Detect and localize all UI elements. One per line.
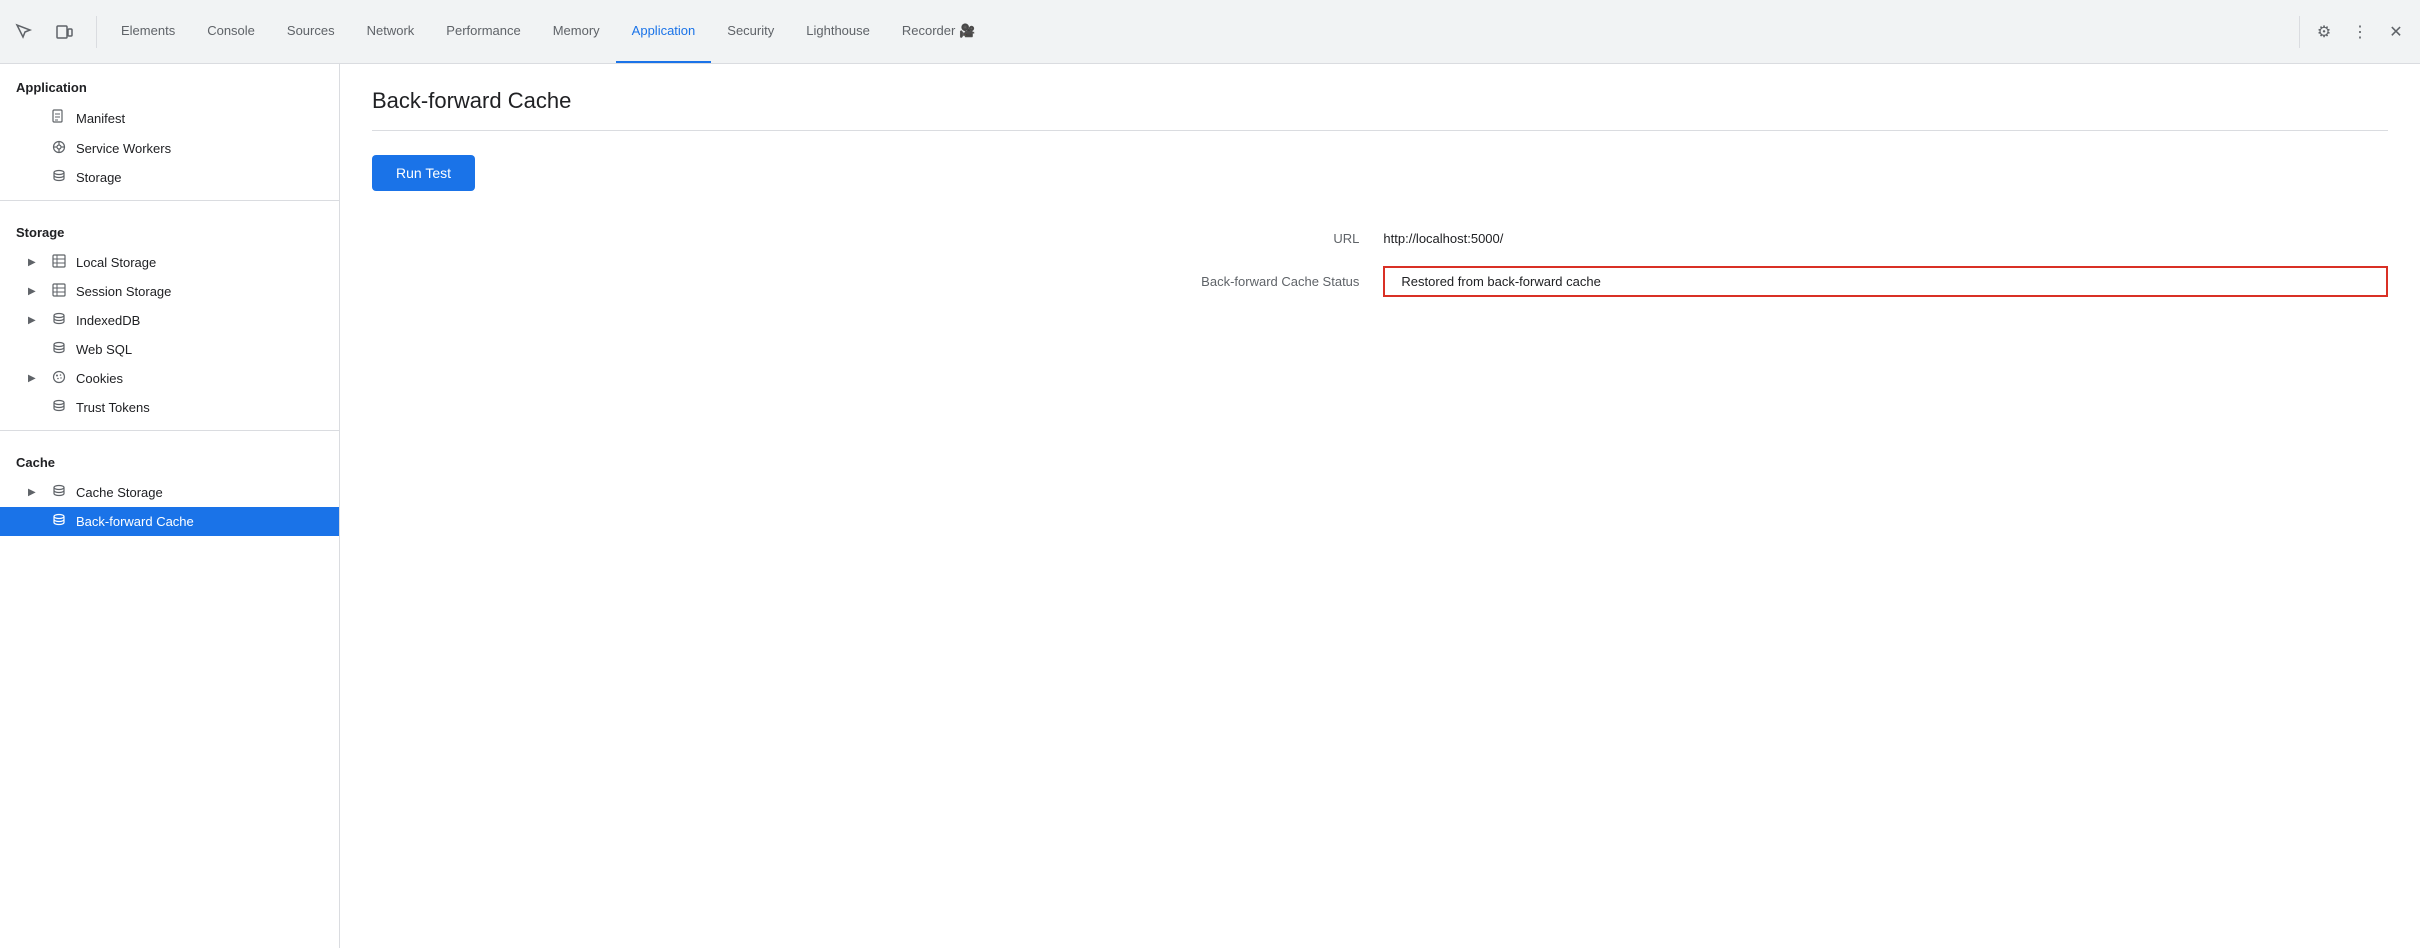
devtools-body: Application Manifest Service Workers Storag… <box>0 64 2420 948</box>
sidebar-item-local-storage[interactable]: ▶ Local Storage <box>0 248 339 277</box>
sidebar-section-application: Application <box>0 64 339 103</box>
sidebar-label-trust-tokens: Trust Tokens <box>76 400 150 415</box>
sidebar-item-back-forward-cache[interactable]: Back-forward Cache <box>0 507 339 536</box>
more-options-icon[interactable]: ⋮ <box>2344 16 2376 48</box>
run-test-button[interactable]: Run Test <box>372 155 475 191</box>
sidebar-label-web-sql: Web SQL <box>76 342 132 357</box>
expand-arrow-icon: ▶ <box>28 373 42 384</box>
tab-network[interactable]: Network <box>351 0 431 63</box>
sidebar-icon-back-forward-cache <box>50 513 68 530</box>
tab-security[interactable]: Security <box>711 0 790 63</box>
expand-arrow-icon: ▶ <box>28 286 42 297</box>
tab-lighthouse[interactable]: Lighthouse <box>790 0 886 63</box>
settings-icon[interactable]: ⚙ <box>2308 16 2340 48</box>
cache-status-label: Back-forward Cache Status <box>432 274 1359 289</box>
sidebar-label-service-workers: Service Workers <box>76 141 171 156</box>
cache-status-value: Restored from back-forward cache <box>1383 266 2388 297</box>
expand-arrow-icon: ▶ <box>28 487 42 498</box>
sidebar-icon-storage <box>50 169 68 186</box>
sidebar-icon-trust-tokens <box>50 399 68 416</box>
sidebar-section-storage: Storage <box>0 209 339 248</box>
sidebar-label-back-forward-cache: Back-forward Cache <box>76 514 194 529</box>
toolbar-icon-group <box>8 16 97 48</box>
sidebar-icon-web-sql <box>50 341 68 358</box>
sidebar-section-cache: Cache <box>0 439 339 478</box>
sidebar-item-service-workers[interactable]: Service Workers <box>0 134 339 163</box>
sidebar-icon-session-storage <box>50 283 68 300</box>
main-content: Back-forward Cache Run Test URL http://l… <box>340 64 2420 948</box>
sidebar-label-session-storage: Session Storage <box>76 284 171 299</box>
content-divider <box>372 130 2388 131</box>
info-grid: URL http://localhost:5000/ Back-forward … <box>432 231 2388 297</box>
expand-arrow-icon: ▶ <box>28 257 42 268</box>
sidebar-item-trust-tokens[interactable]: Trust Tokens <box>0 393 339 422</box>
tab-list: ElementsConsoleSourcesNetworkPerformance… <box>105 0 2291 63</box>
sidebar-divider-1 <box>0 200 339 201</box>
devtools-toolbar: ElementsConsoleSourcesNetworkPerformance… <box>0 0 2420 64</box>
tab-elements[interactable]: Elements <box>105 0 191 63</box>
sidebar-item-cache-storage[interactable]: ▶ Cache Storage <box>0 478 339 507</box>
toolbar-right: ⚙ ⋮ ✕ <box>2299 16 2412 48</box>
tab-application[interactable]: Application <box>616 0 712 63</box>
sidebar-icon-service-workers <box>50 140 68 157</box>
sidebar-icon-cache-storage <box>50 484 68 501</box>
tab-performance[interactable]: Performance <box>430 0 536 63</box>
sidebar-item-cookies[interactable]: ▶ Cookies <box>0 364 339 393</box>
tab-sources[interactable]: Sources <box>271 0 351 63</box>
inspect-icon[interactable] <box>8 16 40 48</box>
sidebar-item-indexeddb[interactable]: ▶ IndexedDB <box>0 306 339 335</box>
url-value: http://localhost:5000/ <box>1383 231 2388 246</box>
sidebar-icon-indexeddb <box>50 312 68 329</box>
sidebar-label-indexeddb: IndexedDB <box>76 313 140 328</box>
tab-memory[interactable]: Memory <box>537 0 616 63</box>
sidebar-label-local-storage: Local Storage <box>76 255 156 270</box>
sidebar-item-web-sql[interactable]: Web SQL <box>0 335 339 364</box>
sidebar-item-storage[interactable]: Storage <box>0 163 339 192</box>
url-label: URL <box>432 231 1359 246</box>
device-icon[interactable] <box>48 16 80 48</box>
sidebar-label-cookies: Cookies <box>76 371 123 386</box>
sidebar-item-session-storage[interactable]: ▶ Session Storage <box>0 277 339 306</box>
sidebar-icon-cookies <box>50 370 68 387</box>
tab-console[interactable]: Console <box>191 0 271 63</box>
sidebar-label-manifest: Manifest <box>76 111 125 126</box>
tab-recorder[interactable]: Recorder 🎥 <box>886 0 991 63</box>
close-icon[interactable]: ✕ <box>2380 16 2412 48</box>
sidebar-item-manifest[interactable]: Manifest <box>0 103 339 134</box>
page-title: Back-forward Cache <box>372 88 2388 114</box>
sidebar: Application Manifest Service Workers Storag… <box>0 64 340 948</box>
sidebar-divider-2 <box>0 430 339 431</box>
sidebar-icon-local-storage <box>50 254 68 271</box>
sidebar-label-cache-storage: Cache Storage <box>76 485 163 500</box>
sidebar-label-storage: Storage <box>76 170 122 185</box>
expand-arrow-icon: ▶ <box>28 315 42 326</box>
sidebar-icon-manifest <box>50 109 68 128</box>
